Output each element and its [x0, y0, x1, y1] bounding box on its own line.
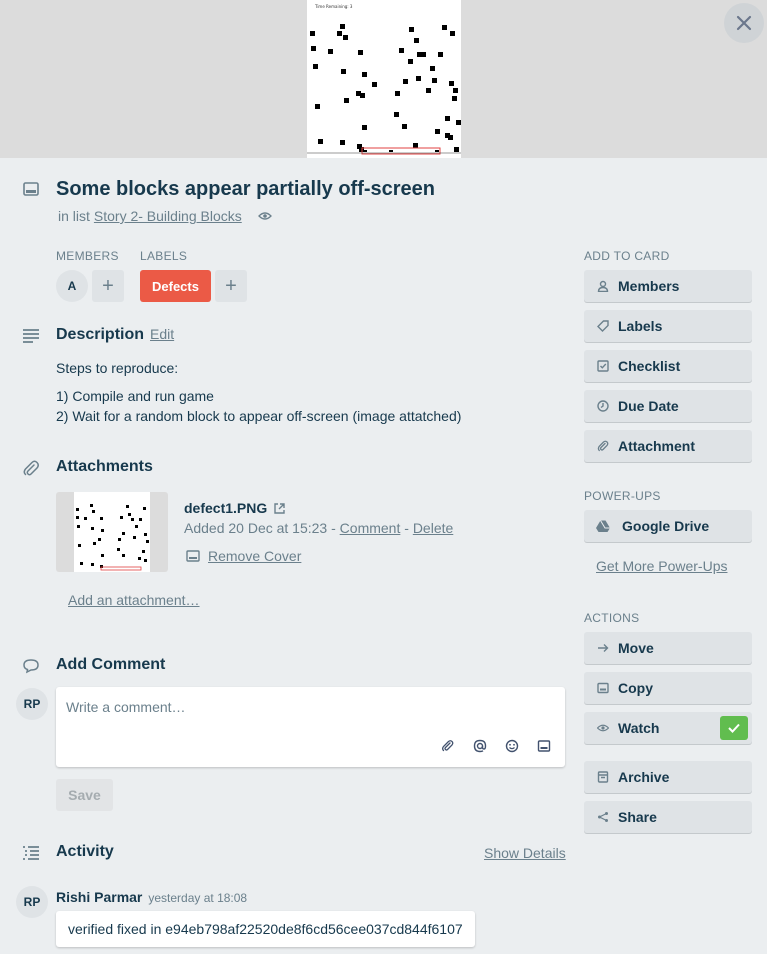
google-drive-icon — [596, 520, 610, 532]
add-members-button[interactable]: Members — [584, 270, 752, 302]
close-icon — [736, 15, 752, 31]
description-line: Steps to reproduce: — [56, 360, 179, 376]
paperclip-icon — [22, 460, 40, 481]
tag-icon — [596, 320, 610, 332]
card-icon[interactable] — [537, 739, 551, 753]
mention-icon[interactable] — [473, 739, 487, 753]
activity-heading: Activity — [56, 843, 114, 860]
attachment-separator: - — [400, 520, 413, 536]
list-breadcrumb: in list Story 2- Building Blocks — [58, 208, 272, 224]
remove-cover-label[interactable]: Remove Cover — [208, 548, 301, 564]
share-button[interactable]: Share — [584, 801, 752, 833]
activity-avatar[interactable]: RP — [16, 886, 48, 918]
current-user-avatar[interactable]: RP — [16, 688, 48, 720]
members-button-label: Members — [618, 278, 680, 294]
attachment-added-text: Added 20 Dec at 15:23 - — [184, 520, 340, 536]
member-avatar[interactable]: A — [56, 270, 88, 302]
copy-button-label: Copy — [618, 680, 653, 696]
due-date-button-label: Due Date — [618, 398, 679, 414]
eye-icon — [257, 208, 272, 224]
paperclip-icon — [596, 440, 610, 452]
attachment-delete-link[interactable]: Delete — [413, 520, 453, 536]
card-icon — [22, 180, 40, 201]
copy-button[interactable]: Copy — [584, 672, 752, 704]
members-list: A + — [56, 270, 124, 302]
add-due-date-button[interactable]: Due Date — [584, 390, 752, 422]
show-details-link[interactable]: Show Details — [484, 845, 566, 861]
watch-button[interactable]: Watch — [584, 712, 752, 744]
cover-image: Time Remaining: 3 — [307, 0, 461, 158]
comment-input[interactable] — [66, 699, 546, 715]
watch-button-label: Watch — [618, 720, 660, 736]
add-member-button[interactable]: + — [92, 270, 124, 302]
move-button[interactable]: Move — [584, 632, 752, 664]
add-checklist-button[interactable]: Checklist — [584, 350, 752, 382]
person-icon — [596, 280, 610, 292]
attachment-meta: Added 20 Dec at 15:23 - Comment - Delete — [184, 520, 453, 536]
description-line: 2) Wait for a random block to appear off… — [56, 408, 462, 424]
external-link-icon[interactable] — [273, 502, 286, 515]
activity-author-line: Rishi Parmar yesterday at 18:08 — [56, 889, 247, 905]
description-edit-link[interactable]: Edit — [150, 326, 174, 342]
list-name-link[interactable]: Story 2- Building Blocks — [94, 208, 242, 224]
activity-comment: verified fixed in e94eb798af22520de8f6cd… — [56, 911, 475, 947]
archive-button-label: Archive — [618, 769, 670, 785]
comment-composer[interactable] — [56, 687, 565, 767]
checkbox-icon — [596, 360, 610, 372]
svg-text:Time Remaining: 3: Time Remaining: 3 — [314, 4, 353, 9]
save-comment-button[interactable]: Save — [56, 779, 113, 811]
powerups-heading: POWER-UPS — [584, 489, 661, 503]
comment-toolbar — [441, 739, 551, 753]
get-more-powerups-link[interactable]: Get More Power-Ups — [596, 558, 727, 574]
move-button-label: Move — [618, 640, 654, 656]
in-list-prefix: in list — [58, 208, 90, 224]
attachment-comment-link[interactable]: Comment — [340, 520, 401, 536]
add-label-button[interactable]: + — [214, 270, 247, 302]
members-heading: MEMBERS — [56, 249, 119, 263]
description-icon — [22, 328, 40, 347]
add-attachment-link[interactable]: Add an attachment… — [68, 592, 200, 608]
card-title[interactable]: Some blocks appear partially off-screen — [56, 178, 435, 201]
add-to-card-heading: ADD TO CARD — [584, 249, 670, 263]
attachment-button-label: Attachment — [618, 438, 696, 454]
archive-button[interactable]: Archive — [584, 761, 752, 793]
checklist-button-label: Checklist — [618, 358, 681, 374]
eye-icon — [596, 723, 610, 733]
add-attachment-button[interactable]: Attachment — [584, 430, 752, 462]
clock-icon — [596, 400, 610, 412]
comment-icon — [22, 658, 40, 677]
add-comment-heading: Add Comment — [56, 656, 166, 673]
watch-active-check-icon — [720, 716, 748, 740]
google-drive-label: Google Drive — [622, 518, 710, 534]
arrow-right-icon — [596, 642, 610, 654]
labels-button-label: Labels — [618, 318, 663, 334]
share-button-label: Share — [618, 809, 657, 825]
archive-icon — [596, 771, 610, 783]
attachments-heading: Attachments — [56, 458, 153, 475]
attachment-file-name[interactable]: defect1.PNG — [184, 500, 267, 516]
labels-heading: LABELS — [140, 249, 188, 263]
activity-time[interactable]: yesterday at 18:08 — [148, 891, 247, 905]
card-icon — [186, 550, 200, 562]
google-drive-button[interactable]: Google Drive — [584, 510, 752, 542]
card-icon — [596, 682, 610, 694]
attachment-name[interactable]: defect1.PNG — [184, 500, 286, 516]
emoji-icon[interactable] — [505, 739, 519, 753]
description-title: Description — [56, 326, 145, 343]
close-button[interactable] — [724, 3, 764, 43]
actions-heading: ACTIONS — [584, 611, 640, 625]
description-line: 1) Compile and run game — [56, 388, 214, 404]
activity-author[interactable]: Rishi Parmar — [56, 889, 142, 905]
card-cover[interactable]: Time Remaining: 3 — [0, 0, 767, 158]
share-icon — [596, 811, 610, 823]
attachment-thumbnail[interactable] — [56, 492, 168, 572]
paperclip-icon[interactable] — [441, 739, 455, 753]
label-defects[interactable]: Defects — [140, 270, 211, 302]
add-labels-button[interactable]: Labels — [584, 310, 752, 342]
activity-icon — [22, 845, 40, 864]
remove-cover-link[interactable]: Remove Cover — [186, 548, 301, 564]
labels-list: Defects + — [140, 270, 247, 302]
thumbnail-image — [74, 492, 150, 572]
description-heading: Description Edit — [56, 326, 174, 344]
